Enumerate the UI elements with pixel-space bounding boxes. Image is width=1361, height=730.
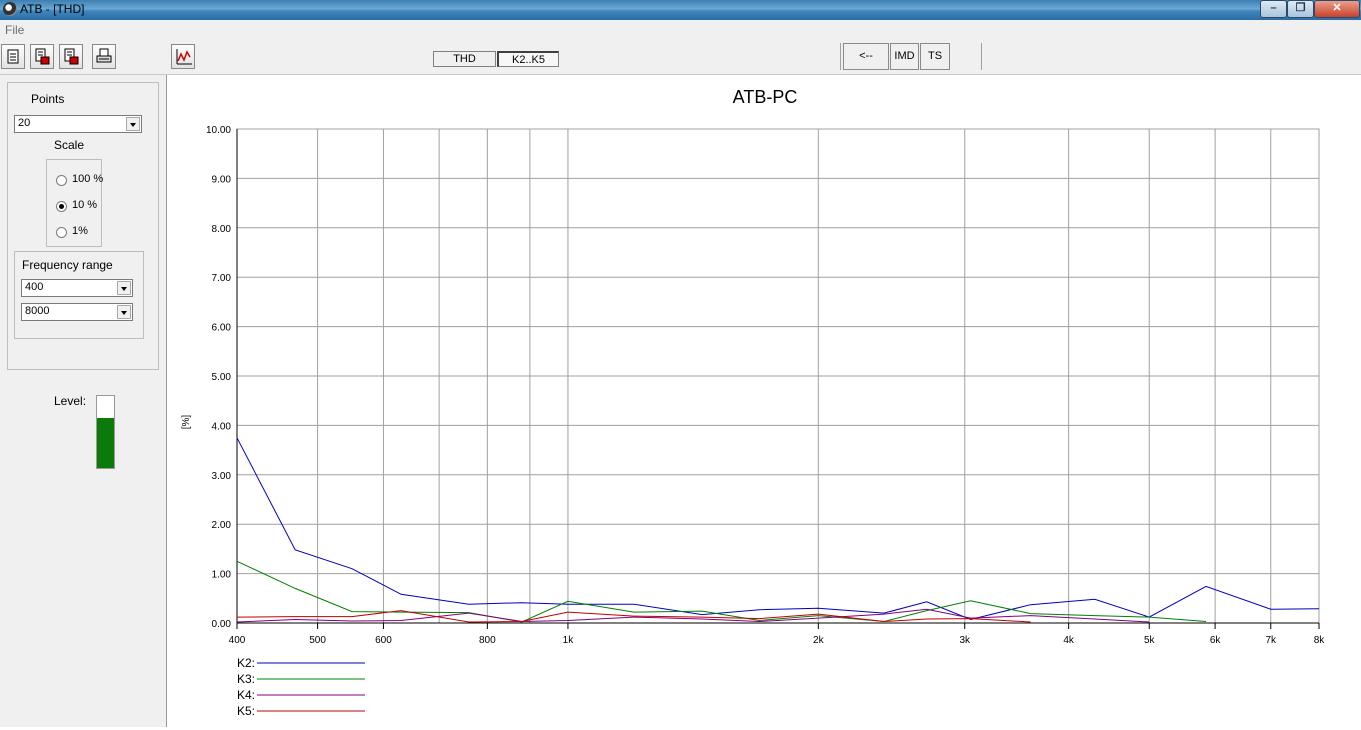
thd-chart: ATB-PC 0.00 1.00 2.00 3.00 4.00 5.00 6.00 7.00 8… bbox=[181, 87, 1325, 718]
y-tick-label: 7.00 bbox=[212, 273, 232, 284]
y-tick-label: 0.00 bbox=[212, 619, 232, 630]
new-button[interactable] bbox=[1, 44, 25, 69]
legend-label: K3: bbox=[237, 672, 255, 686]
y-tick-label: 4.00 bbox=[212, 421, 232, 432]
scale-label: Scale bbox=[54, 138, 85, 152]
x-tick-label: 4k bbox=[1063, 635, 1075, 646]
print-button[interactable] bbox=[92, 44, 116, 69]
frequency-to-value: 8000 bbox=[25, 305, 50, 317]
close-icon: ✕ bbox=[1332, 2, 1342, 14]
chevron-down-icon[interactable] bbox=[126, 117, 140, 131]
y-tick-label: 5.00 bbox=[212, 372, 232, 383]
y-tick-label: 1.00 bbox=[212, 570, 232, 581]
series bbox=[236, 437, 1320, 623]
ts-button[interactable]: TS bbox=[920, 43, 950, 70]
x-tick-label: 7k bbox=[1265, 635, 1277, 646]
y-tick-label: 6.00 bbox=[212, 323, 232, 334]
scale-radio-1[interactable] bbox=[56, 227, 67, 238]
save-button[interactable] bbox=[30, 44, 54, 69]
graph-icon bbox=[176, 49, 192, 65]
scale-radio-10[interactable] bbox=[56, 201, 67, 212]
minimize-icon: – bbox=[1270, 2, 1277, 14]
scale-option-10: 10 % bbox=[72, 199, 98, 211]
toolbar-separator bbox=[981, 43, 982, 70]
x-tick-label: 500 bbox=[309, 635, 326, 646]
legend-label: K5: bbox=[237, 704, 255, 718]
chart-area: ATB-PC 0.00 1.00 2.00 3.00 4.00 5.00 6.00 7.00 8… bbox=[167, 75, 1361, 727]
x-tick-label: 1k bbox=[563, 635, 575, 646]
series-line-2 bbox=[236, 437, 1320, 621]
window-title: ATB - [THD] bbox=[20, 2, 85, 16]
frequency-from-value: 400 bbox=[25, 281, 44, 293]
legend-label: K4: bbox=[237, 688, 255, 702]
print-icon bbox=[96, 48, 112, 63]
axes: 0.00 1.00 2.00 3.00 4.00 5.00 6.00 7.00 8.00 9.00… bbox=[206, 125, 1325, 646]
chart-title: ATB-PC bbox=[733, 87, 798, 107]
save-as-button[interactable] bbox=[59, 44, 83, 69]
level-label: Level: bbox=[54, 394, 87, 408]
legend: K2: K3: K4: K5: bbox=[237, 656, 365, 718]
close-button[interactable]: ✕ bbox=[1314, 0, 1360, 18]
x-tick-label: 800 bbox=[479, 635, 496, 646]
frequency-range-label: Frequency range bbox=[22, 258, 113, 272]
save-icon bbox=[35, 48, 50, 65]
x-tick-label: 2k bbox=[813, 635, 825, 646]
points-label: Points bbox=[31, 92, 65, 106]
y-tick-label: 3.00 bbox=[212, 471, 232, 482]
chevron-down-icon[interactable] bbox=[117, 305, 131, 319]
toolbar: THD K2..K5 <-- IMD TS bbox=[0, 39, 1361, 75]
menu-bar: File bbox=[0, 20, 1361, 39]
y-tick-label: 2.00 bbox=[212, 520, 232, 531]
grid bbox=[236, 128, 1320, 624]
new-icon bbox=[7, 49, 19, 64]
minimize-button[interactable]: – bbox=[1260, 0, 1287, 18]
y-tick-label: 9.00 bbox=[212, 174, 232, 185]
tab-thd[interactable]: THD bbox=[433, 51, 496, 67]
graph-button[interactable] bbox=[171, 44, 195, 69]
app-icon bbox=[3, 2, 17, 16]
legend-label: K2: bbox=[237, 656, 255, 670]
y-tick-label: 8.00 bbox=[212, 224, 232, 235]
y-tick-label: 10.00 bbox=[206, 125, 231, 136]
level-meter bbox=[96, 395, 115, 469]
x-tick-label: 8k bbox=[1314, 635, 1326, 646]
restore-icon: ❐ bbox=[1295, 2, 1306, 14]
x-tick-label: 5k bbox=[1144, 635, 1156, 646]
points-value: 20 bbox=[18, 117, 31, 129]
scale-radio-100[interactable] bbox=[56, 175, 67, 186]
y-axis-label: [%] bbox=[181, 415, 192, 430]
x-tick-label: 400 bbox=[229, 635, 246, 646]
points-select[interactable]: 20 bbox=[14, 115, 142, 133]
level-meter-fill bbox=[97, 418, 114, 468]
scale-option-1: 1% bbox=[72, 225, 88, 237]
x-tick-label: 600 bbox=[375, 635, 392, 646]
x-tick-label: 6k bbox=[1210, 635, 1222, 646]
save-as-icon bbox=[64, 48, 79, 65]
back-button[interactable]: <-- bbox=[843, 43, 889, 70]
menu-file[interactable]: File bbox=[5, 23, 24, 37]
restore-button[interactable]: ❐ bbox=[1287, 0, 1314, 18]
title-bar: ATB - [THD] – ❐ ✕ bbox=[0, 0, 1361, 20]
chevron-down-icon[interactable] bbox=[117, 281, 131, 295]
scale-option-100: 100 % bbox=[72, 173, 104, 185]
toolbar-separator bbox=[840, 43, 841, 70]
frequency-to-select[interactable]: 8000 bbox=[21, 303, 133, 321]
x-tick-label: 3k bbox=[959, 635, 971, 646]
frequency-from-select[interactable]: 400 bbox=[21, 279, 133, 297]
imd-button[interactable]: IMD bbox=[890, 43, 919, 70]
settings-panel: Points 20 Scale 100 % 10 % 1% Frequency … bbox=[0, 75, 167, 727]
tab-k2-k5[interactable]: K2..K5 bbox=[497, 51, 559, 67]
